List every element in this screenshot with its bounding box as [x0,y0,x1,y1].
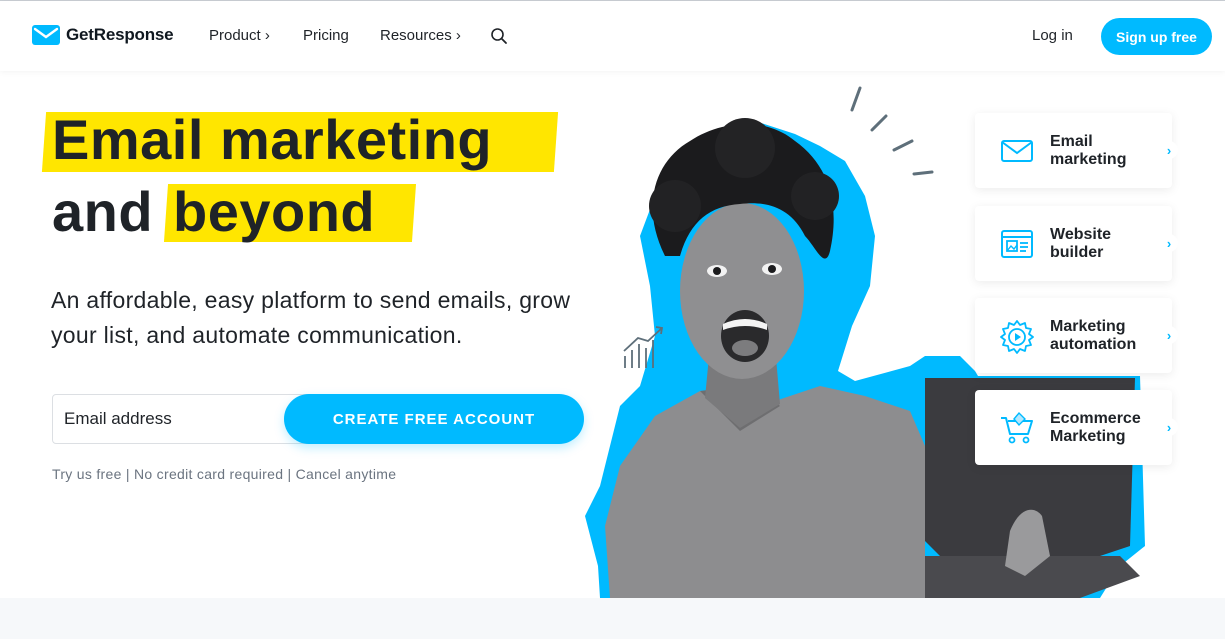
chevron-right-icon: › [1160,418,1178,436]
feature-card-label: Marketing automation [1050,317,1137,353]
hero-title-line2b: beyond [173,180,376,243]
feature-card-label: Ecommerce Marketing [1050,409,1141,445]
hero-subtitle: An affordable, easy platform to send ema… [51,287,571,348]
feature-card-label: Website builder [1050,225,1112,261]
signup-note: Try us free | No credit card required | … [52,466,397,482]
feature-card-label: Email marketing [1050,132,1127,168]
hero-title-line1: Email marketing [52,108,493,171]
nav-pricing[interactable]: Pricing [303,27,349,44]
chevron-right-icon: › [1160,326,1178,344]
hero-title-line2a: and [52,180,154,243]
website-icon [1001,229,1033,258]
envelope-icon [1001,139,1033,162]
chevron-right-icon: › [1160,141,1178,159]
nav-product[interactable]: Product › [209,27,270,44]
create-account-button[interactable]: CREATE FREE ACCOUNT [284,394,584,444]
search-icon[interactable] [490,27,508,45]
top-navigation: GetResponse Product › Pricing Resources … [0,1,1225,71]
nav-resources[interactable]: Resources › [380,27,461,44]
signup-button[interactable]: Sign up free [1101,18,1212,55]
logo[interactable]: GetResponse [32,25,174,45]
chevron-right-icon: › [1160,234,1178,252]
feature-card-website-builder[interactable]: Website builder › [975,206,1178,281]
feature-card-email-marketing[interactable]: Email marketing › [975,113,1178,188]
automation-gear-icon [1000,319,1034,354]
feature-card-marketing-automation[interactable]: Marketing automation › [975,298,1178,373]
cart-icon [1001,411,1033,443]
section-divider [0,598,1225,639]
login-link[interactable]: Log in [1032,27,1073,44]
logo-envelope-icon [32,25,60,45]
logo-text: GetResponse [66,25,174,44]
feature-card-ecommerce-marketing[interactable]: Ecommerce Marketing › [975,390,1178,465]
